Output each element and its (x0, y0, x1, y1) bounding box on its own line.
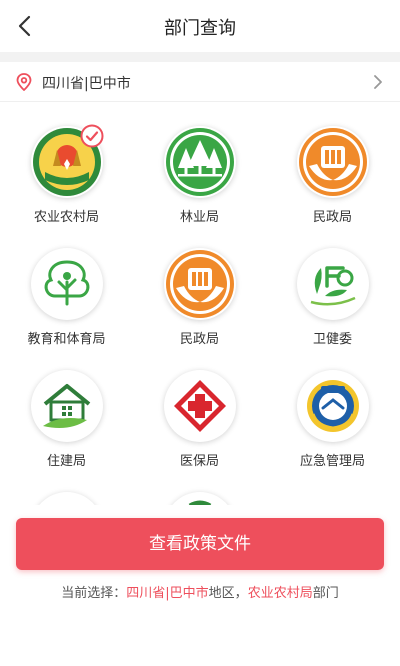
status-department: 农业农村局 (247, 586, 313, 601)
medical-insurance-cross-icon (164, 370, 236, 442)
education-tree-icon (31, 248, 103, 320)
current-selection-status: 当前选择：四川省|巴中市地区，农业农村局部门 (0, 582, 400, 601)
department-label: 应急管理局 (299, 454, 365, 469)
status-region: 四川省|巴中市 (126, 586, 209, 601)
status-region-suffix: 地区， (208, 586, 248, 601)
department-label: 医保局 (179, 454, 219, 469)
department-label: 林业局 (179, 210, 219, 225)
view-policy-documents-button[interactable]: 查看政策文件 (16, 518, 384, 570)
status-department-suffix: 部门 (312, 586, 339, 601)
department-item-agriculture[interactable]: 农业农村局 (0, 110, 133, 232)
department-grid: 农业农村局 林业局 民政局 教育和体育局 民政局 卫健委 住建局 医保局 应急管… (0, 110, 400, 515)
location-selector[interactable]: 四川省|巴中市 (0, 62, 400, 102)
status-prefix: 当前选择： (61, 586, 127, 601)
department-item-forestry[interactable]: 林业局 (133, 110, 266, 232)
section-divider (0, 52, 400, 62)
health-commission-icon (297, 248, 369, 320)
department-item-medical-insurance[interactable]: 医保局 (133, 354, 266, 476)
department-item-housing[interactable]: 住建局 (0, 354, 133, 476)
department-item-emergency-management[interactable]: 应急管理局 (266, 354, 399, 476)
page-title: 部门查询 (164, 18, 236, 39)
forestry-trees-icon (164, 126, 236, 198)
department-label: 民政局 (312, 210, 352, 225)
emergency-management-emblem-icon (297, 370, 369, 442)
chevron-right-icon (372, 74, 384, 90)
civil-affairs-emblem-icon (297, 126, 369, 198)
department-label: 住建局 (46, 454, 86, 469)
app-header: 部门查询 (0, 0, 400, 52)
location-text: 四川省|巴中市 (42, 76, 131, 92)
location-pin-icon (16, 73, 32, 92)
department-label: 农业农村局 (33, 210, 99, 225)
housing-house-icon (31, 370, 103, 442)
civil-affairs-emblem-icon (164, 248, 236, 320)
department-item-civil-affairs[interactable]: 民政局 (266, 110, 399, 232)
department-item-civil-affairs-2[interactable]: 民政局 (133, 232, 266, 354)
department-item-health-commission[interactable]: 卫健委 (266, 232, 399, 354)
department-label: 民政局 (179, 332, 219, 347)
department-label: 教育和体育局 (27, 332, 106, 347)
department-item-education-sports[interactable]: 教育和体育局 (0, 232, 133, 354)
selected-check-icon (80, 124, 104, 148)
department-label: 卫健委 (312, 332, 352, 347)
